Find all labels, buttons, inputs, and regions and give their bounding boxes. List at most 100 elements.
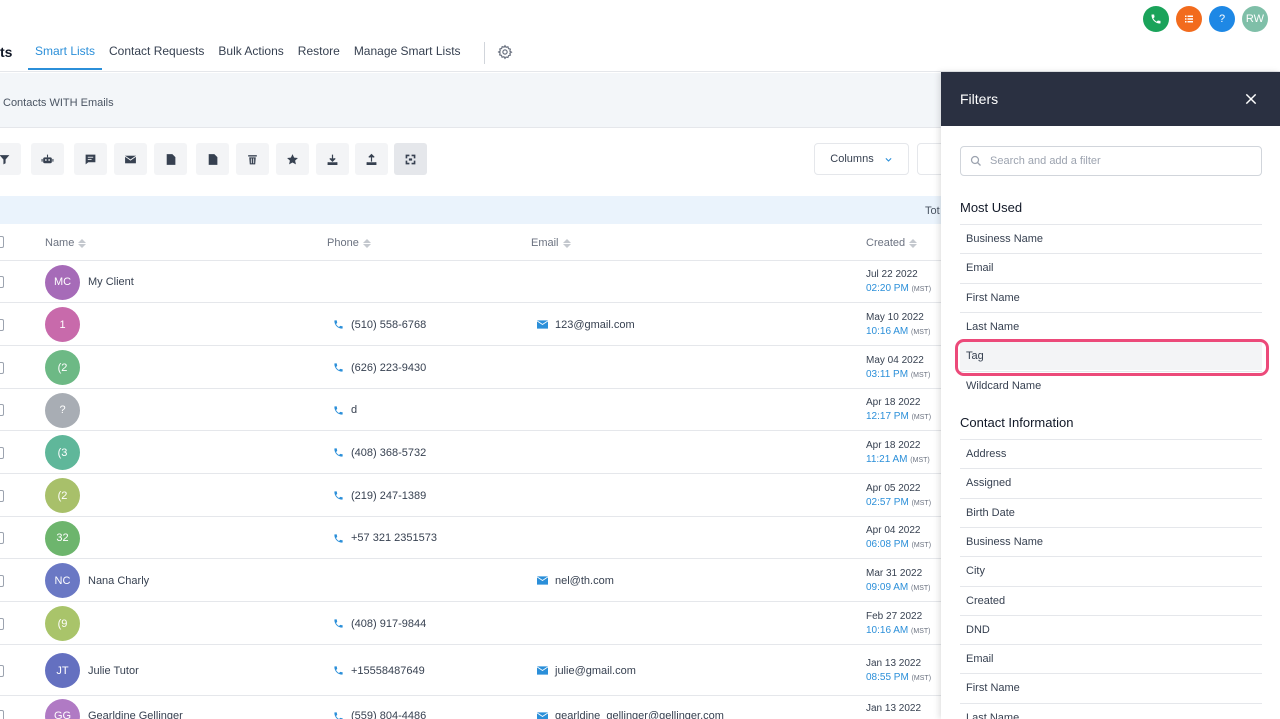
tab-bulk-actions[interactable]: Bulk Actions (211, 36, 290, 70)
avatar[interactable]: NC (45, 563, 80, 598)
table-row[interactable]: JT Julie Tutor +15558487649 julie@gmail.com… (0, 645, 941, 696)
contact-phone[interactable]: +15558487649 (333, 665, 425, 677)
export-icon[interactable] (355, 143, 388, 175)
row-checkbox[interactable] (0, 361, 4, 374)
row-checkbox[interactable] (0, 617, 4, 630)
column-header-phone[interactable]: Phone (327, 237, 371, 249)
avatar[interactable]: 1 (45, 307, 80, 342)
import-icon[interactable] (316, 143, 349, 175)
avatar[interactable]: (3 (45, 435, 80, 470)
contact-phone[interactable]: (559) 804-4486 (333, 710, 426, 719)
row-checkbox[interactable] (0, 489, 4, 502)
gear-icon[interactable] (497, 44, 513, 60)
filter-option-email[interactable]: Email (960, 644, 1262, 673)
email-icon[interactable] (114, 143, 147, 175)
tab-restore[interactable]: Restore (291, 36, 347, 70)
close-icon[interactable] (1244, 92, 1258, 106)
contact-name[interactable]: Julie Tutor (88, 665, 139, 677)
tab-manage-smart-lists[interactable]: Manage Smart Lists (347, 36, 468, 70)
filter-search-box (960, 146, 1262, 176)
timezone-label: (MST) (911, 499, 932, 507)
sort-icon (362, 238, 371, 248)
filter-option-created[interactable]: Created (960, 585, 1262, 615)
table-row[interactable]: (9 (408) 917-9844 Feb 27 2022 10:16 AM (MST… (0, 602, 941, 645)
avatar[interactable]: ? (45, 392, 80, 428)
filter-option-birth-date[interactable]: Birth Date (960, 497, 1262, 527)
delete-icon[interactable] (236, 143, 269, 175)
row-checkbox[interactable] (0, 276, 4, 288)
columns-button[interactable]: Columns (814, 143, 909, 175)
phone-icon (334, 533, 343, 543)
table-row[interactable]: 1 (510) 558-6768 123@gmail.com May 10 2022 1… (0, 303, 941, 346)
contact-phone[interactable]: (626) 223-9430 (333, 362, 426, 374)
add-tag-icon[interactable] (154, 143, 187, 175)
contact-name[interactable]: Nana Charly (88, 575, 149, 587)
smart-list-name[interactable]: Contacts WITH Emails (3, 97, 114, 109)
filter-option-business-name[interactable]: Business Name (960, 224, 1262, 253)
row-checkbox[interactable] (0, 404, 4, 416)
row-checkbox[interactable] (0, 532, 4, 544)
filter-option-last-name[interactable]: Last Name (960, 311, 1262, 341)
contact-phone[interactable]: +57 321 2351573 (333, 532, 437, 544)
filter-search-input[interactable] (990, 155, 1250, 167)
contact-phone[interactable]: (408) 368-5732 (333, 447, 426, 459)
contact-phone[interactable]: (510) 558-6768 (333, 319, 426, 331)
avatar[interactable]: (2 (45, 478, 80, 513)
filter-option-email[interactable]: Email (960, 253, 1262, 282)
merge-icon[interactable] (394, 143, 427, 175)
filter-option-first-name[interactable]: First Name (960, 673, 1262, 702)
row-checkbox[interactable] (0, 446, 4, 459)
table-row[interactable]: (3 (408) 368-5732 Apr 18 2022 11:21 AM (MST… (0, 431, 941, 474)
table-row[interactable]: (2 (626) 223-9430 May 04 2022 03:11 PM (MST… (0, 346, 941, 389)
robot-icon[interactable] (31, 143, 64, 175)
filter-option-city[interactable]: City (960, 556, 1262, 585)
filter-icon[interactable] (0, 143, 21, 175)
contact-email[interactable]: 123@gmail.com (537, 319, 635, 331)
help-icon[interactable]: ? (1209, 6, 1235, 32)
contact-name[interactable]: My Client (88, 276, 134, 288)
filter-option-dnd[interactable]: DND (960, 614, 1262, 644)
table-row[interactable]: GG Gearldine Gellinger (559) 804-4486 gearl… (0, 696, 941, 719)
user-avatar[interactable]: RW (1242, 6, 1268, 32)
column-header-name[interactable]: Name (45, 237, 87, 249)
avatar[interactable]: (9 (45, 606, 80, 641)
contact-email[interactable]: nel@th.com (537, 575, 614, 587)
tab-contact-requests[interactable]: Contact Requests (102, 36, 211, 70)
avatar[interactable]: GG (45, 698, 80, 719)
table-row[interactable]: MC My Client Jul 22 2022 02:20 PM (MST) (0, 261, 941, 303)
phone-icon[interactable] (1143, 6, 1169, 32)
contact-phone[interactable]: d (333, 404, 357, 416)
filter-option-assigned[interactable]: Assigned (960, 468, 1262, 497)
columns-label: Columns (830, 153, 874, 165)
remove-tag-icon[interactable] (196, 143, 229, 175)
avatar[interactable]: (2 (45, 350, 80, 385)
star-icon[interactable] (276, 143, 309, 175)
table-row[interactable]: 32 +57 321 2351573 Apr 04 2022 06:08 PM (MS… (0, 517, 941, 559)
table-row[interactable]: ? d Apr 18 2022 12:17 PM (MST) (0, 389, 941, 431)
filter-option-address[interactable]: Address (960, 439, 1262, 468)
contact-email[interactable]: julie@gmail.com (537, 665, 636, 677)
row-checkbox[interactable] (0, 710, 4, 719)
column-header-created[interactable]: Created (866, 237, 918, 249)
contact-phone[interactable]: (219) 247-1389 (333, 490, 426, 502)
contact-phone[interactable]: (408) 917-9844 (333, 618, 426, 630)
avatar[interactable]: MC (45, 264, 80, 300)
select-all-checkbox[interactable] (0, 236, 4, 248)
row-checkbox[interactable] (0, 664, 4, 677)
row-checkbox[interactable] (0, 318, 4, 331)
tab-smart-lists[interactable]: Smart Lists (28, 36, 103, 70)
table-row[interactable]: (2 (219) 247-1389 Apr 05 2022 02:57 PM (MST… (0, 474, 941, 517)
avatar[interactable]: JT (45, 653, 80, 688)
column-header-email[interactable]: Email (531, 237, 571, 249)
filter-option-last-name[interactable]: Last Name (960, 702, 1262, 719)
avatar[interactable]: 32 (45, 520, 80, 556)
contact-email[interactable]: gearldine_gellinger@gellinger.com (537, 710, 724, 719)
filter-option-business-name[interactable]: Business Name (960, 526, 1262, 556)
contact-name[interactable]: Gearldine Gellinger (88, 710, 183, 719)
message-icon[interactable] (74, 143, 107, 175)
row-checkbox[interactable] (0, 574, 4, 587)
phone-number: (408) 917-9844 (351, 617, 427, 630)
table-row[interactable]: NC Nana Charly nel@th.com Mar 31 2022 09:09 … (0, 559, 941, 602)
list-icon[interactable] (1176, 6, 1202, 32)
filter-option-first-name[interactable]: First Name (960, 282, 1262, 312)
